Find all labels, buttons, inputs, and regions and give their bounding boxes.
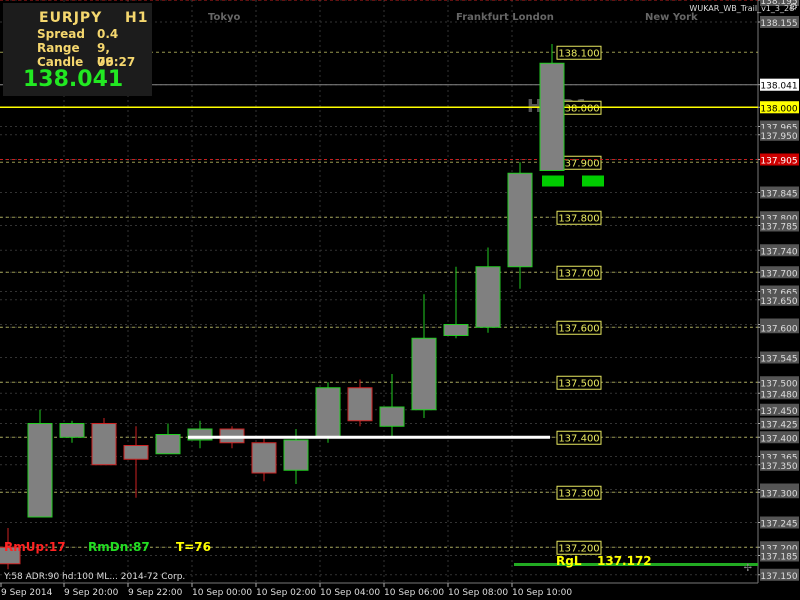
spread-value: 0.4 xyxy=(97,27,119,41)
session-label: Tokyo xyxy=(208,12,241,23)
fixed-scale-icon[interactable]: ✢ xyxy=(744,563,752,574)
gear-icon[interactable]: ⚙ xyxy=(789,2,798,13)
price-axis-label: 137.425 xyxy=(760,421,797,431)
candle-body xyxy=(123,445,149,460)
price-level-label: 138.100 xyxy=(558,48,599,59)
price-level-label: 137.600 xyxy=(558,323,599,334)
price-level-label: 137.400 xyxy=(558,433,599,444)
price-axis-label: 137.150 xyxy=(760,572,797,582)
current-price: 138.041 xyxy=(23,67,124,92)
time-axis-label: 9 Sep 22:00 xyxy=(128,588,183,598)
price-axis-label: 137.740 xyxy=(760,247,797,257)
time-axis-label: 10 Sep 00:00 xyxy=(192,588,252,598)
time-axis-label: 10 Sep 06:00 xyxy=(384,588,444,598)
range-label: Range xyxy=(37,41,80,55)
signal-marker xyxy=(542,175,564,187)
candle-body xyxy=(155,434,181,455)
candle-body xyxy=(59,423,85,438)
price-axis-label: 137.785 xyxy=(760,223,797,233)
session-label: Frankfurt London xyxy=(456,12,554,23)
candle-body xyxy=(475,266,501,328)
t-stat: T=76 xyxy=(176,540,211,554)
candle-body xyxy=(379,406,405,427)
candle-body xyxy=(27,423,53,518)
price-axis-label: 137.700 xyxy=(760,269,797,279)
footer-status: Y:58 ADR:90 hd:100 ML... 2014-72 Corp. xyxy=(4,572,186,582)
price-level-label: 137.300 xyxy=(558,488,599,499)
price-axis-label: 137.950 xyxy=(760,132,797,142)
candle-body xyxy=(251,442,277,474)
price-axis-label: 137.480 xyxy=(760,390,797,400)
price-level-label: 138.000 xyxy=(558,103,599,114)
range-row: Range 9, 76 xyxy=(37,41,114,69)
price-axis-label: 137.185 xyxy=(760,553,797,563)
time-axis-label: 10 Sep 02:00 xyxy=(256,588,316,598)
price-axis-label: 137.545 xyxy=(760,355,797,365)
price-axis-label: 137.350 xyxy=(760,462,797,472)
rm-up-stat: RmUp:17 xyxy=(4,540,66,554)
price-axis-label: 137.845 xyxy=(760,190,797,200)
info-panel: EURJPY H1 Spread 0.4 Range 9, 76 Candle … xyxy=(3,3,152,96)
marked-price-label: 138.041 xyxy=(760,82,797,92)
price-axis-label: 138.155 xyxy=(760,19,797,29)
timeframe-label: H1 xyxy=(125,10,149,26)
indicator-name: WUKAR_WB_Trail_v1_3_2e xyxy=(689,4,794,13)
candle-body xyxy=(315,387,341,438)
price-level-label: 137.700 xyxy=(558,268,599,279)
rm-dn-stat: RmDn:87 xyxy=(88,540,150,554)
candle-body xyxy=(347,387,373,422)
price-level-label: 137.200 xyxy=(558,543,599,554)
spread-label: Spread xyxy=(37,27,85,41)
spread-row: Spread 0.4 xyxy=(37,27,118,41)
candle-body xyxy=(283,439,309,471)
time-axis-label: 9 Sep 20:00 xyxy=(64,588,119,598)
price-axis-label: 137.300 xyxy=(760,489,797,499)
marked-price-label: 137.905 xyxy=(760,157,797,167)
candle-body xyxy=(411,337,437,411)
candle-body xyxy=(507,172,533,268)
candle-body xyxy=(443,324,469,336)
candle-body xyxy=(91,423,117,466)
time-axis-label: 9 Sep 2014 xyxy=(1,588,53,598)
session-label: New York xyxy=(645,12,698,23)
rgl-value: 137.172 xyxy=(597,554,652,568)
signal-marker xyxy=(582,175,604,187)
price-axis-label: 137.650 xyxy=(760,297,797,307)
price-axis-label: 137.400 xyxy=(760,434,797,444)
candle-body xyxy=(539,62,565,171)
time-axis-label: 10 Sep 04:00 xyxy=(320,588,380,598)
marked-price-label: 138.000 xyxy=(760,104,797,114)
symbol-label: EURJPY xyxy=(39,10,103,26)
time-axis-label: 10 Sep 10:00 xyxy=(512,588,572,598)
price-level-label: 137.800 xyxy=(558,213,599,224)
price-level-label: 137.500 xyxy=(558,378,599,389)
price-axis-label: 137.450 xyxy=(760,407,797,417)
price-axis-label: 137.600 xyxy=(760,324,797,334)
time-axis-label: 10 Sep 08:00 xyxy=(448,588,508,598)
rgl-label: RgL xyxy=(556,554,582,568)
price-axis-label: 137.245 xyxy=(760,520,797,530)
